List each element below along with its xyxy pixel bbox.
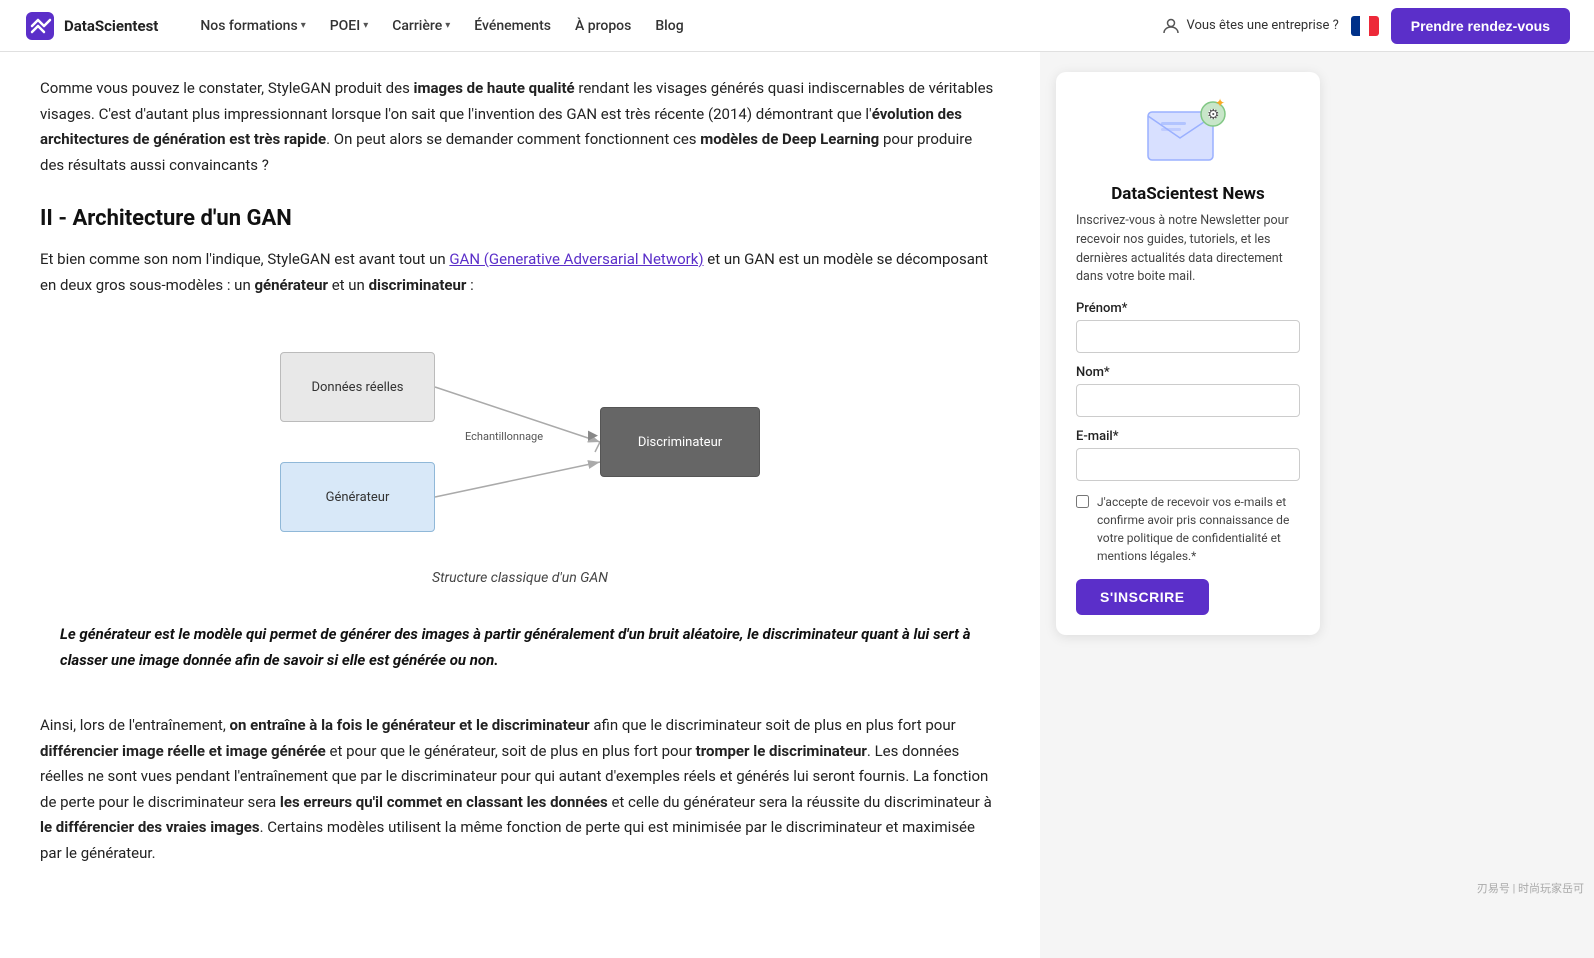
nom-input[interactable] [1076,384,1300,417]
nom-label: Nom* [1076,365,1300,380]
nav-apropos-label: À propos [575,18,631,34]
arrow-icon: ▶ [588,428,598,443]
logo[interactable]: DataScientest [24,10,158,42]
article-blockquote: Le générateur est le modèle qui permet d… [40,606,1000,689]
nav-right: Vous êtes une entreprise ? Prendre rende… [1162,8,1570,44]
person-icon [1162,17,1180,35]
article-para-1: Comme vous pouvez le constater, StyleGAN… [40,76,1000,178]
newsletter-card: ⚙ ✦ DataScientest News Inscrivez-vous à … [1056,72,1320,635]
main-content: Comme vous pouvez le constater, StyleGAN… [0,52,1040,958]
subscribe-button[interactable]: S'INSCRIRE [1076,579,1209,615]
article-para-3: Ainsi, lors de l'entraînement, on entraî… [40,713,1000,866]
france-flag[interactable] [1351,16,1379,36]
chevron-down-icon: ▾ [363,20,368,31]
svg-text:✦: ✦ [1215,96,1225,110]
prenom-group: Prénom* [1076,301,1300,353]
newsletter-icon: ⚙ ✦ [1143,92,1233,172]
nav-item-apropos[interactable]: À propos [565,12,641,40]
sidebar: ⚙ ✦ DataScientest News Inscrivez-vous à … [1040,52,1340,958]
nav-item-formations[interactable]: Nos formations ▾ [190,12,315,40]
section-title: II - Architecture d'un GAN [40,206,1000,231]
watermark: 刃易号 | 时尚玩家岳可 [1477,880,1584,896]
nav-links: Nos formations ▾ POEI ▾ Carrière ▾ Événe… [190,12,1162,40]
article-para-2: Et bien comme son nom l'indique, StyleGA… [40,247,1000,298]
nav-carriere-label: Carrière [392,18,442,34]
box-discriminateur: Discriminateur [600,407,760,477]
email-input[interactable] [1076,448,1300,481]
nav-item-blog[interactable]: Blog [645,12,693,40]
chevron-down-icon: ▾ [301,20,306,31]
echantillonnage-label: Echantillonnage [465,430,543,443]
nav-item-evenements[interactable]: Événements [464,12,561,40]
newsletter-desc: Inscrivez-vous à notre Newsletter pour r… [1076,212,1300,287]
logo-icon [24,10,56,42]
email-group: E-mail* [1076,429,1300,481]
prenom-input[interactable] [1076,320,1300,353]
page-wrapper: Comme vous pouvez le constater, StyleGAN… [0,0,1594,958]
nav-blog-label: Blog [655,18,683,34]
nav-evenements-label: Événements [474,18,551,34]
diagram-caption: Structure classique d'un GAN [40,570,1000,586]
consent-row: J'accepte de recevoir vos e-mails et con… [1076,493,1300,565]
gan-link[interactable]: GAN (Generative Adversarial Network) [449,250,703,268]
cta-button[interactable]: Prendre rendez-vous [1391,8,1570,44]
nom-group: Nom* [1076,365,1300,417]
logo-text: DataScientest [64,17,158,35]
newsletter-image: ⚙ ✦ [1076,92,1300,172]
navbar: DataScientest Nos formations ▾ POEI ▾ Ca… [0,0,1594,52]
newsletter-title: DataScientest News [1076,184,1300,204]
nav-poei-label: POEI [330,18,360,34]
enterprise-label: Vous êtes une entreprise ? [1186,18,1338,33]
box-generateur: Générateur [280,462,435,532]
email-label: E-mail* [1076,429,1300,444]
nav-item-poei[interactable]: POEI ▾ [320,12,379,40]
chevron-down-icon: ▾ [445,20,450,31]
consent-label: J'accepte de recevoir vos e-mails et con… [1097,493,1300,565]
box-donnees: Données réelles [280,352,435,422]
nav-item-carriere[interactable]: Carrière ▾ [382,12,460,40]
prenom-label: Prénom* [1076,301,1300,316]
gan-diagram-container: Données réelles Générateur Discriminateu… [40,322,1000,562]
gan-diagram: Données réelles Générateur Discriminateu… [260,322,780,562]
consent-checkbox[interactable] [1076,495,1089,508]
nav-formations-label: Nos formations [200,18,297,34]
enterprise-link[interactable]: Vous êtes une entreprise ? [1162,17,1338,35]
